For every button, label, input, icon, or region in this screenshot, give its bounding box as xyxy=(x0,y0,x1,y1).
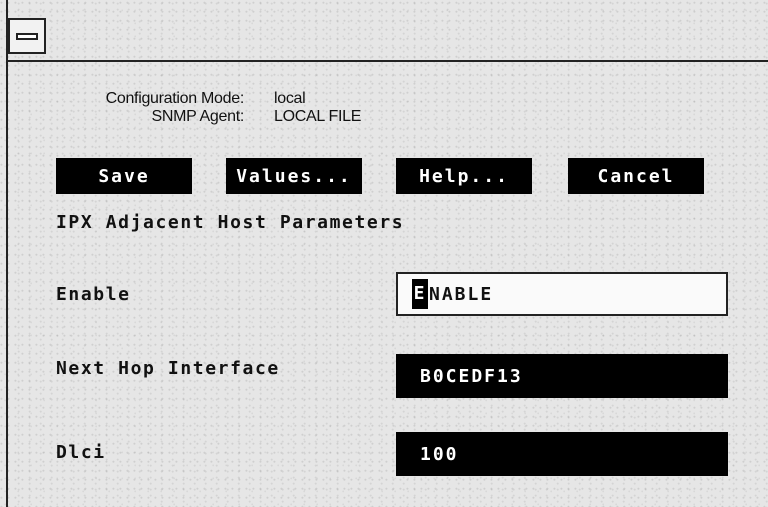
enable-field[interactable]: E NABLE xyxy=(396,272,728,316)
next-hop-interface-value: B0CEDF13 xyxy=(420,365,523,387)
section-heading: IPX Adjacent Host Parameters xyxy=(56,212,405,233)
snmp-agent-label: SNMP Agent: xyxy=(151,108,245,125)
snmp-agent-value: LOCAL FILE xyxy=(274,108,362,125)
save-button[interactable]: Save xyxy=(56,158,192,194)
title-bar xyxy=(6,0,768,62)
enable-field-value: NABLE xyxy=(429,283,494,305)
next-hop-interface-label: Next Hop Interface xyxy=(56,358,280,379)
text-cursor: E xyxy=(412,279,428,309)
cancel-button[interactable]: Cancel xyxy=(568,158,704,194)
enable-label: Enable xyxy=(56,284,131,305)
system-menu-bar-icon xyxy=(16,33,38,40)
help-button[interactable]: Help... xyxy=(396,158,532,194)
values-button[interactable]: Values... xyxy=(226,158,362,194)
config-mode-value: local xyxy=(274,90,306,107)
next-hop-interface-field[interactable]: B0CEDF13 xyxy=(396,354,728,398)
system-menu-icon[interactable] xyxy=(8,18,46,54)
dlci-field[interactable]: 100 xyxy=(396,432,728,476)
dlci-label: Dlci xyxy=(56,442,106,463)
window-frame xyxy=(6,0,768,507)
config-mode-label: Configuration Mode: xyxy=(105,90,245,107)
dlci-value: 100 xyxy=(420,443,459,465)
